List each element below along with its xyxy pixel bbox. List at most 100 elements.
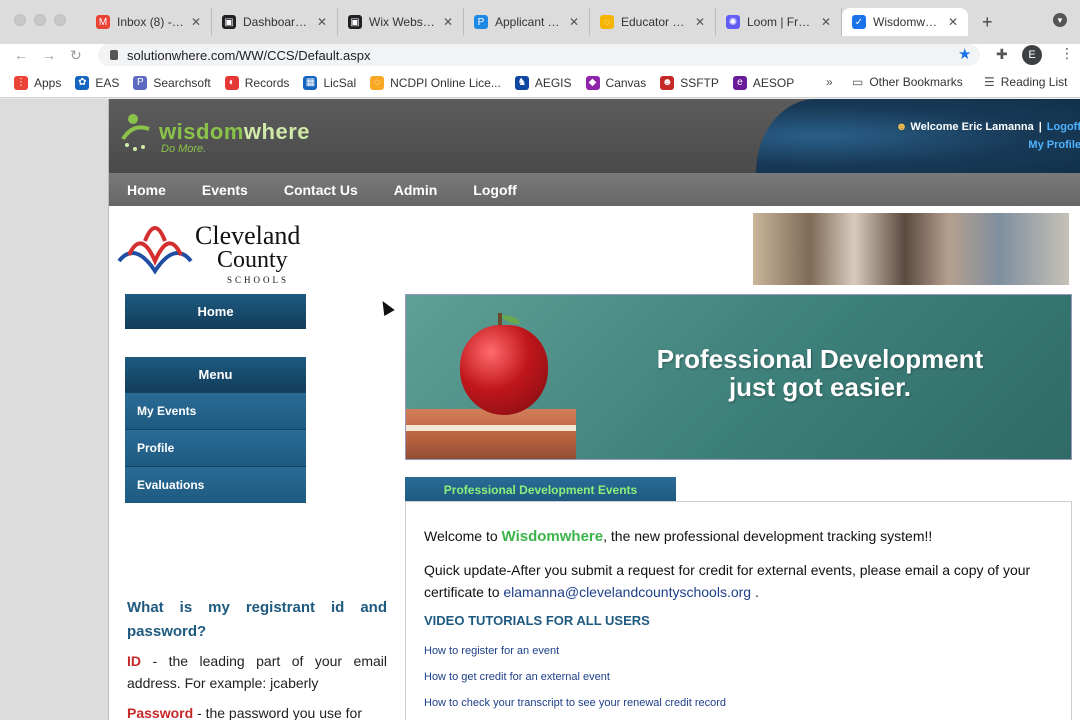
tab-wix[interactable]: ▣ Wix Website E ✕ xyxy=(338,8,464,36)
tab-title: Dashboard | W xyxy=(243,15,310,29)
bookmark-licsal[interactable]: ▦ LicSal xyxy=(303,75,357,90)
bookmark-apps[interactable]: ⋮ Apps xyxy=(14,75,61,90)
aesop-icon: e xyxy=(732,75,747,90)
bookmark-ssftp[interactable]: ☻ SSFTP xyxy=(660,75,719,90)
bookmark-records[interactable]: ◐ Records xyxy=(224,75,290,90)
books-image xyxy=(406,409,576,459)
brand-name: Wisdomwhere xyxy=(501,528,604,545)
menu-item-my-events[interactable]: My Events xyxy=(125,392,306,429)
bookmark-aegis[interactable]: ♞ AEGIS xyxy=(514,75,572,90)
link-external-credit[interactable]: How to get credit for an external event xyxy=(424,671,610,683)
tab-gmail[interactable]: M Inbox (8) - el ✕ xyxy=(86,8,212,36)
my-profile-link[interactable]: My Profile xyxy=(1028,139,1080,151)
tab-title: Wisdomwhere xyxy=(873,15,941,29)
faq-title: What is my registrant id and password? xyxy=(127,599,387,640)
tab-close-icon[interactable]: ✕ xyxy=(821,15,831,29)
licsal-icon: ▦ xyxy=(303,75,318,90)
searchsoft-icon: P xyxy=(133,75,148,90)
banner-line2: just got easier. xyxy=(728,372,912,402)
tab-educator[interactable]: ◌ Educator Det ✕ xyxy=(590,8,716,36)
tab-close-icon[interactable]: ✕ xyxy=(443,15,453,29)
home-heading[interactable]: Home xyxy=(125,294,306,329)
ssftp-icon: ☻ xyxy=(660,75,675,90)
nav-contact-us[interactable]: Contact Us xyxy=(284,182,358,198)
gmail-icon: M xyxy=(96,15,110,29)
reading-list[interactable]: ☰ Reading List xyxy=(984,75,1067,89)
site-header: wisdomwhere Do More. ☻ Welcome Eric Lama… xyxy=(109,99,1080,173)
update-end: . xyxy=(751,584,759,600)
browser-tab-bar: M Inbox (8) - el ✕ ▣ Dashboard | W ✕ ▣ W… xyxy=(0,0,1080,44)
welcome-text: Welcome Eric Lamanna xyxy=(910,121,1034,133)
extensions-icon[interactable]: ✚ xyxy=(996,46,1008,63)
tab-close-icon[interactable]: ✕ xyxy=(317,15,327,29)
folder-icon: ▭ xyxy=(852,75,864,89)
bookmark-ncdpi[interactable]: ◌ NCDPI Online Lice... xyxy=(370,75,501,90)
nav-logoff[interactable]: Logoff xyxy=(473,182,517,198)
reload-icon[interactable]: ↻ xyxy=(70,47,82,64)
bookmark-label: Records xyxy=(244,75,290,90)
bookmark-label: Canvas xyxy=(605,75,647,90)
bookmark-label: LicSal xyxy=(323,75,357,90)
tab-wisdomwhere[interactable]: ✓ Wisdomwhere ✕ xyxy=(842,8,968,36)
new-tab-button[interactable]: + xyxy=(982,12,993,33)
tab-title: Inbox (8) - el xyxy=(117,15,184,29)
tab-close-icon[interactable]: ✕ xyxy=(569,15,579,29)
tab-title: Educator Det xyxy=(621,15,688,29)
link-check-transcript[interactable]: How to check your transcript to see your… xyxy=(424,697,726,709)
back-icon[interactable]: ← xyxy=(14,47,28,63)
district-logo: Cleveland County SCHOOLS xyxy=(115,211,325,289)
profile-avatar[interactable]: E xyxy=(1022,45,1042,65)
bookmark-label: AESOP xyxy=(752,75,795,90)
nav-events[interactable]: Events xyxy=(202,182,248,198)
other-bookmarks-label: Other Bookmarks xyxy=(869,75,963,89)
logo-figure-icon xyxy=(119,109,159,157)
tab-applicant-tracking[interactable]: P Applicant Tra ✕ xyxy=(464,8,590,36)
tab-dashboard[interactable]: ▣ Dashboard | W ✕ xyxy=(212,8,338,36)
nav-admin[interactable]: Admin xyxy=(394,182,438,198)
close-window-icon[interactable] xyxy=(14,14,26,26)
forward-icon[interactable]: → xyxy=(42,47,56,63)
welcome-paragraph: Welcome to Wisdomwhere, the new professi… xyxy=(424,528,932,545)
more-bookmarks-icon[interactable]: » xyxy=(826,75,833,89)
password-description: - the password you use for xyxy=(193,705,363,720)
tab-search-icon[interactable]: ▼ xyxy=(1053,13,1067,27)
bookmark-canvas[interactable]: ◆ Canvas xyxy=(585,75,647,90)
header-banner: ☻ Welcome Eric Lamanna | Logoff My Profile xyxy=(756,99,1080,173)
tab-title: Applicant Tra xyxy=(495,15,562,29)
nav-home[interactable]: Home xyxy=(127,182,166,198)
link-register-event[interactable]: How to register for an event xyxy=(424,645,559,657)
loom-icon: ✺ xyxy=(726,15,740,29)
applicant-icon: P xyxy=(474,15,488,29)
zoom-window-icon[interactable] xyxy=(54,14,66,26)
canvas-icon: ◆ xyxy=(585,75,600,90)
lock-icon[interactable] xyxy=(110,50,118,60)
bookmark-eas[interactable]: ✿ EAS xyxy=(75,75,119,90)
banner-headline: Professional Development just got easier… xyxy=(630,345,1010,401)
bookmark-star-icon[interactable]: ★ xyxy=(958,45,971,63)
apple-leaf xyxy=(502,315,520,324)
menu-item-evaluations[interactable]: Evaluations xyxy=(125,466,306,503)
tab-loom[interactable]: ✺ Loom | Free S ✕ xyxy=(716,8,842,36)
email-link[interactable]: elamanna@clevelandcountyschools.org xyxy=(503,584,751,600)
url-text[interactable]: solutionwhere.com/WW/CCS/Default.aspx xyxy=(127,48,370,63)
more-menu-icon[interactable]: ⋮ xyxy=(1060,45,1074,62)
header-logoff-link[interactable]: Logoff xyxy=(1047,121,1080,133)
tab-pd-events[interactable]: Professional Development Events xyxy=(405,477,676,502)
tab-close-icon[interactable]: ✕ xyxy=(948,15,958,29)
bookmark-aesop[interactable]: e AESOP xyxy=(732,75,795,90)
bookmark-label: Searchsoft xyxy=(153,75,211,90)
user-icon: ☻ xyxy=(895,121,908,133)
ncdpi-icon: ◌ xyxy=(370,75,385,90)
bookmark-searchsoft[interactable]: P Searchsoft xyxy=(133,75,211,90)
other-bookmarks[interactable]: ▭ Other Bookmarks xyxy=(852,75,963,89)
district-name-line3: SCHOOLS xyxy=(227,275,290,285)
tab-close-icon[interactable]: ✕ xyxy=(695,15,705,29)
minimize-window-icon[interactable] xyxy=(34,14,46,26)
tab-close-icon[interactable]: ✕ xyxy=(191,15,201,29)
classroom-photos xyxy=(753,213,1069,285)
bookmark-label: SSFTP xyxy=(680,75,719,90)
reading-list-icon: ☰ xyxy=(984,75,995,89)
menu-item-profile[interactable]: Profile xyxy=(125,429,306,466)
wisdomwhere-logo[interactable]: wisdomwhere Do More. xyxy=(119,109,310,157)
address-bar[interactable]: solutionwhere.com/WW/CCS/Default.aspx xyxy=(98,44,980,66)
